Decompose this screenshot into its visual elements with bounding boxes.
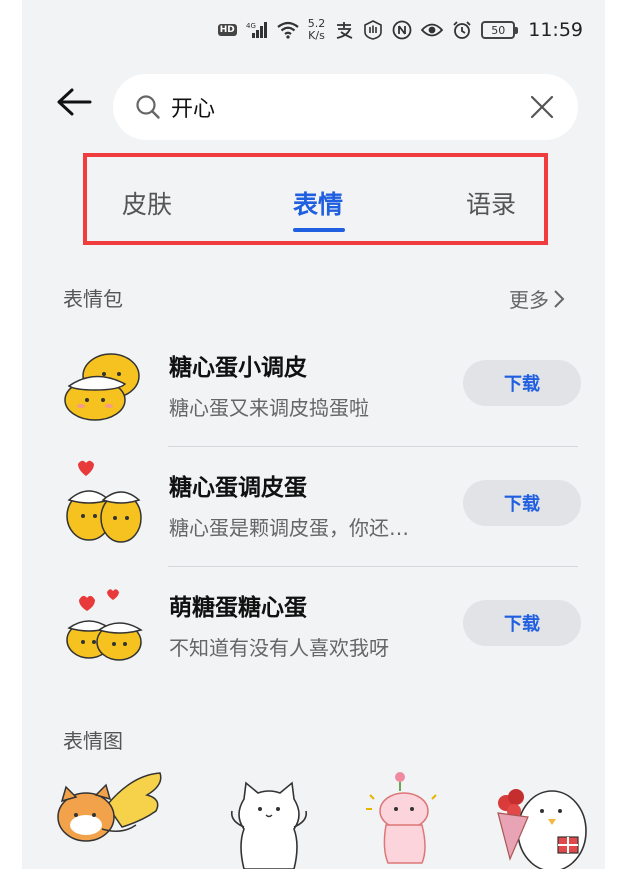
alarm-icon <box>452 20 472 40</box>
download-button[interactable]: 下载 <box>463 600 581 646</box>
sticker-pack-item[interactable]: 萌糖蛋糖心蛋 不知道有没有人喜欢我呀 下载 <box>54 570 586 690</box>
clear-icon[interactable] <box>528 93 556 121</box>
sticker-pack-description: 糖心蛋是颗调皮蛋，你还… <box>169 516 409 540</box>
status-bar: HD 4G 5.2 K/s 50 11:59 <box>217 14 583 46</box>
hand-shield-icon <box>363 20 383 40</box>
sticker-pack-item[interactable]: 糖心蛋小调皮 糖心蛋又来调皮捣蛋啦 下载 <box>54 330 586 450</box>
divider <box>168 446 578 447</box>
sticker-pack-name: 萌糖蛋糖心蛋 <box>169 595 307 621</box>
eye-comfort-icon <box>421 22 444 38</box>
wifi-icon <box>277 21 299 39</box>
section-title-stickers: 表情图 <box>63 729 123 753</box>
tab-stickers[interactable]: 表情 <box>293 185 343 221</box>
search-bar[interactable] <box>113 74 578 140</box>
egg-pack-thumbnail-icon <box>64 353 140 421</box>
active-tab-indicator <box>293 228 345 232</box>
network-speed: 5.2 K/s <box>308 18 326 42</box>
svg-text:4G: 4G <box>246 22 256 30</box>
back-button[interactable] <box>54 82 94 122</box>
pink-creature-sticker-icon[interactable] <box>352 765 462 869</box>
sticker-pack-item[interactable]: 糖心蛋调皮蛋 糖心蛋是颗调皮蛋，你还… 下载 <box>54 450 586 570</box>
tab-quotes[interactable]: 语录 <box>466 185 516 221</box>
section-title-sticker-packs: 表情包 <box>63 287 123 311</box>
sticker-pack-description: 糖心蛋又来调皮捣蛋啦 <box>169 396 369 420</box>
clock: 11:59 <box>528 19 583 41</box>
sticker-pack-name: 糖心蛋小调皮 <box>169 355 307 381</box>
tab-skin[interactable]: 皮肤 <box>122 185 172 221</box>
search-input[interactable] <box>171 87 511 127</box>
sticker-pack-description: 不知道有没有人喜欢我呀 <box>169 636 389 660</box>
cellular-signal-icon: 4G <box>246 22 268 38</box>
search-icon <box>135 93 163 121</box>
egg-hearts-thumbnail-icon <box>66 589 143 661</box>
egg-couple-thumbnail-icon <box>66 460 142 543</box>
cat-and-banana-sticker-icon[interactable] <box>52 765 162 869</box>
battery-icon: 50 <box>481 21 519 39</box>
download-button[interactable]: 下载 <box>463 360 581 406</box>
back-arrow-icon <box>57 88 92 116</box>
white-cat-sticker-icon[interactable] <box>214 765 324 869</box>
more-link[interactable]: 更多 <box>509 284 565 313</box>
sticker-pack-name: 糖心蛋调皮蛋 <box>169 475 307 501</box>
alipay-icon <box>334 20 354 40</box>
download-button[interactable]: 下载 <box>463 480 581 526</box>
more-label: 更多 <box>509 288 549 312</box>
chevron-right-icon <box>554 289 565 308</box>
hd-icon: HD <box>217 24 237 36</box>
speed-unit: K/s <box>308 29 325 42</box>
chick-with-flowers-sticker-icon[interactable] <box>484 765 594 869</box>
nfc-icon <box>392 20 412 40</box>
divider <box>168 566 578 567</box>
app-screen: HD 4G 5.2 K/s 50 11:59 开心 皮肤 表情 语录 表情包 更… <box>22 0 605 869</box>
